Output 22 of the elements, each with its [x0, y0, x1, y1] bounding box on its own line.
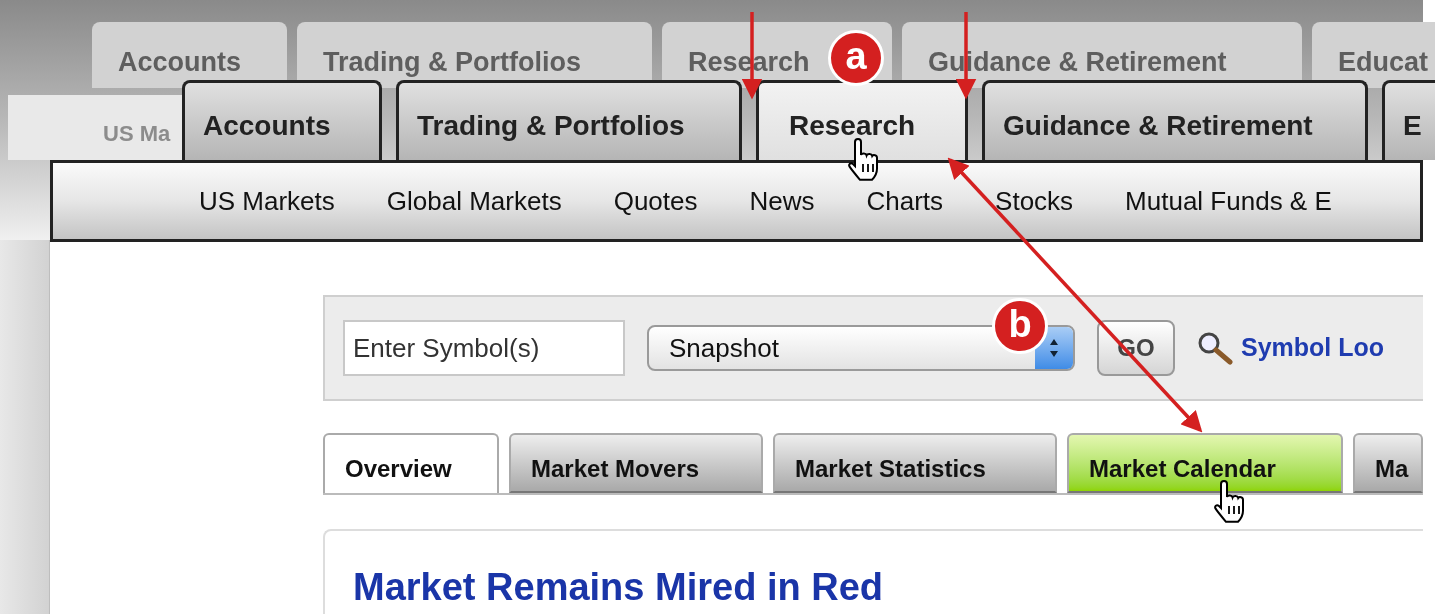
- headline: Market Remains Mired in Red: [353, 565, 885, 610]
- nav-tab[interactable]: Guidance & Retirement: [982, 80, 1368, 160]
- subnav-link[interactable]: Stocks: [995, 181, 1074, 221]
- search-icon: [1197, 331, 1235, 365]
- content-tab[interactable]: Overview: [323, 433, 499, 493]
- content-tab[interactable]: Ma: [1353, 433, 1423, 493]
- symbol-input[interactable]: Enter Symbol(s): [343, 320, 625, 376]
- subnav-link[interactable]: Global Markets: [386, 181, 562, 221]
- subnav-link[interactable]: Charts: [866, 181, 944, 221]
- subnav-link[interactable]: Quotes: [613, 181, 698, 221]
- nav-tab[interactable]: Research: [756, 80, 968, 160]
- content-tab[interactable]: Market Movers: [509, 433, 763, 493]
- nav-tab[interactable]: E: [1382, 80, 1435, 160]
- content-tab[interactable]: Market Calendar: [1067, 433, 1343, 493]
- subnav-link[interactable]: Mutual Funds & E: [1125, 181, 1332, 221]
- nav-tab[interactable]: Accounts: [182, 80, 382, 160]
- subnav-link[interactable]: News: [749, 181, 815, 221]
- nav-tab[interactable]: Trading & Portfolios: [396, 80, 742, 160]
- background-subnav-item: US Ma: [103, 120, 171, 148]
- symbol-lookup-link[interactable]: Symbol Loo: [1241, 329, 1385, 367]
- subnav-link[interactable]: US Markets: [199, 181, 335, 221]
- content-tab[interactable]: Market Statistics: [773, 433, 1057, 493]
